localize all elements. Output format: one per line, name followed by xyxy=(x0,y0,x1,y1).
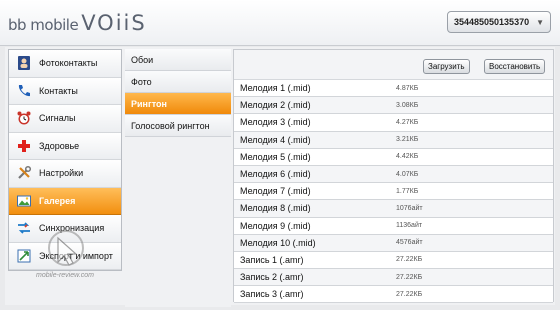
sidebar-item-label: Галерея xyxy=(39,195,76,206)
list-item[interactable]: Мелодия 10 (.mid) 4576айт xyxy=(234,234,553,252)
device-select[interactable]: 354485050135370 ▼ xyxy=(447,11,551,33)
file-list: Мелодия 1 (.mid) 4.87КБ Мелодия 2 (.mid) 3… xyxy=(234,80,553,304)
alarm-clock-icon xyxy=(15,109,33,127)
submenu-item-photos[interactable]: Фото xyxy=(125,71,231,93)
file-name: Мелодия 8 (.mid) xyxy=(240,203,311,214)
sidebar-item-gallery[interactable]: Галерея xyxy=(9,187,121,215)
list-item[interactable]: Запись 3 (.amr) 27.22КБ xyxy=(234,286,553,304)
device-id-value: 354485050135370 xyxy=(454,17,530,27)
sidebar-item-label: Контакты xyxy=(39,85,78,96)
file-name: Запись 2 (.amr) xyxy=(240,272,304,283)
list-item[interactable]: Мелодия 2 (.mid) 3.08КБ xyxy=(234,97,553,115)
file-size: 27.22КБ xyxy=(396,290,423,298)
file-name: Мелодия 7 (.mid) xyxy=(240,186,311,197)
list-item[interactable]: Запись 1 (.amr) 27.22КБ xyxy=(234,251,553,270)
file-size: 4.42КБ xyxy=(396,153,419,161)
tools-icon xyxy=(15,164,33,182)
list-item[interactable]: Мелодия 6 (.mid) 4.07КБ xyxy=(234,165,553,184)
list-item[interactable]: Мелодия 1 (.mid) 4.87КБ xyxy=(234,80,553,98)
export-import-icon xyxy=(15,247,33,265)
gallery-icon xyxy=(15,192,33,210)
file-name: Мелодия 10 (.mid) xyxy=(240,237,316,248)
file-name: Мелодия 1 (.mid) xyxy=(240,83,311,94)
ringtone-list-panel: Загрузить Восстановить Мелодия 1 (.mid) 4… xyxy=(233,49,554,304)
file-size: 1.77КБ xyxy=(396,187,419,195)
file-size: 4.07КБ xyxy=(396,170,419,178)
file-size: 1136айт xyxy=(396,222,423,230)
content-toolbar: Загрузить Восстановить xyxy=(234,50,553,80)
list-item[interactable]: Мелодия 3 (.mid) 4.27КБ xyxy=(234,114,553,132)
submenu-item-voice-ringtones[interactable]: Голосовой рингтон xyxy=(125,115,231,137)
sidebar-item-label: Синхронизация xyxy=(39,223,105,234)
file-name: Мелодия 5 (.mid) xyxy=(240,151,311,162)
sidebar-item-alarms[interactable]: Сигналы xyxy=(9,105,121,133)
file-name: Запись 1 (.amr) xyxy=(240,254,304,265)
health-cross-icon xyxy=(15,137,33,155)
contacts-book-icon xyxy=(15,54,33,72)
sidebar-item-label: Сигналы xyxy=(39,113,76,124)
list-item[interactable]: Мелодия 5 (.mid) 4.42КБ xyxy=(234,148,553,166)
file-size: 4576айт xyxy=(396,239,423,247)
file-size: 3.21КБ xyxy=(396,136,419,144)
list-item[interactable]: Мелодия 8 (.mid) 1076айт xyxy=(234,200,553,218)
file-name: Мелодия 3 (.mid) xyxy=(240,117,311,128)
chevron-down-icon: ▼ xyxy=(536,17,544,27)
app-header: bb mobile VOiiS 354485050135370 ▼ xyxy=(0,0,560,46)
file-size: 4.27КБ xyxy=(396,118,419,126)
sidebar-item-label: Здоровье xyxy=(39,140,80,151)
list-item[interactable]: Мелодия 4 (.mid) 3.21КБ xyxy=(234,131,553,149)
file-name: Мелодия 4 (.mid) xyxy=(240,134,311,145)
restore-button[interactable]: Восстановить xyxy=(484,59,546,74)
logo-brand: bb mobile xyxy=(8,16,79,34)
gallery-submenu: Обои Фото Рингтон Голосовой рингтон xyxy=(125,49,231,307)
sidebar-item-label: Экспорт и импорт xyxy=(39,250,113,261)
main-panel: Фотоконтакты Контакты Сигналы Здоровье Н… xyxy=(5,47,555,307)
sidebar-nav: Фотоконтакты Контакты Сигналы Здоровье Н… xyxy=(8,49,122,271)
file-name: Мелодия 2 (.mid) xyxy=(240,100,311,111)
sync-arrows-icon xyxy=(15,219,33,237)
phone-handset-icon xyxy=(15,82,33,100)
file-size: 1076айт xyxy=(396,204,423,212)
list-item[interactable]: Мелодия 7 (.mid) 1.77КБ xyxy=(234,183,553,201)
sidebar-item-label: Настройки xyxy=(39,168,84,179)
file-size: 4.87КБ xyxy=(396,84,419,92)
upload-button[interactable]: Загрузить xyxy=(423,59,470,74)
sidebar-item-photo-contacts[interactable]: Фотоконтакты xyxy=(9,50,121,78)
sidebar-item-contacts[interactable]: Контакты xyxy=(9,77,121,105)
sidebar-item-settings[interactable]: Настройки xyxy=(9,160,121,188)
submenu-item-ringtones[interactable]: Рингтон xyxy=(125,93,231,115)
sidebar-item-label: Фотоконтакты xyxy=(39,58,98,69)
file-name: Запись 3 (.amr) xyxy=(240,289,304,300)
logo-product: VOiiS xyxy=(81,11,147,35)
file-size: 27.22КБ xyxy=(396,256,423,264)
list-item[interactable]: Мелодия 9 (.mid) 1136айт xyxy=(234,217,553,235)
file-size: 27.22КБ xyxy=(396,273,423,281)
sidebar-item-export-import[interactable]: Экспорт и импорт xyxy=(9,242,121,270)
list-item[interactable]: Запись 2 (.amr) 27.22КБ xyxy=(234,269,553,287)
sidebar-item-sync[interactable]: Синхронизация xyxy=(9,215,121,243)
submenu-item-wallpapers[interactable]: Обои xyxy=(125,49,231,71)
sidebar-item-health[interactable]: Здоровье xyxy=(9,132,121,160)
file-name: Мелодия 6 (.mid) xyxy=(240,169,311,180)
file-name: Мелодия 9 (.mid) xyxy=(240,220,311,231)
app-logo: bb mobile VOiiS xyxy=(8,11,147,35)
file-size: 3.08КБ xyxy=(396,101,419,109)
